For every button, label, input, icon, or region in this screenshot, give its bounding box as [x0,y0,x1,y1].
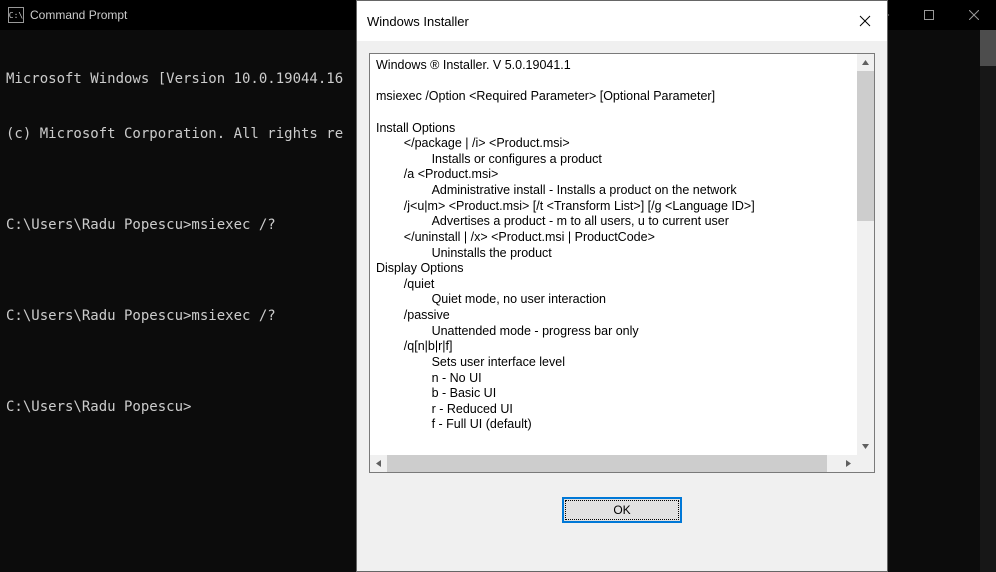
cmd-icon: C:\ [8,7,24,23]
scroll-up-arrow[interactable] [857,54,874,71]
maximize-button[interactable] [906,0,951,30]
help-textbox[interactable]: Windows ® Installer. V 5.0.19041.1 msiex… [370,54,874,455]
ok-button[interactable]: OK [562,497,682,523]
dialog-title: Windows Installer [367,14,469,29]
help-textbox-wrapper: Windows ® Installer. V 5.0.19041.1 msiex… [369,53,875,473]
cmd-scroll-thumb[interactable] [980,30,996,66]
cmd-title: Command Prompt [30,8,127,22]
dialog-titlebar[interactable]: Windows Installer [357,1,887,41]
scroll-down-arrow[interactable] [857,438,874,455]
close-button[interactable] [951,0,996,30]
cmd-scrollbar[interactable] [980,30,996,572]
horizontal-scroll-thumb[interactable] [387,455,827,472]
dialog-content: Windows ® Installer. V 5.0.19041.1 msiex… [357,41,887,571]
vertical-scroll-thumb[interactable] [857,71,874,221]
vertical-scrollbar[interactable] [857,54,874,455]
scroll-gripper [857,455,874,472]
scroll-left-arrow[interactable] [370,455,387,472]
horizontal-scrollbar[interactable] [370,455,874,472]
dialog-button-row: OK [369,473,875,541]
dialog-close-button[interactable] [842,1,887,41]
windows-installer-dialog: Windows Installer Windows ® Installer. V… [356,0,888,572]
scroll-right-arrow[interactable] [840,455,857,472]
